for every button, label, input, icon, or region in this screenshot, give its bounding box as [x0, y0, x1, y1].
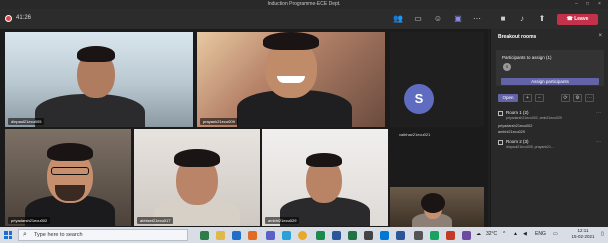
participant-name: abhiset21ecu017	[137, 217, 174, 224]
participants-icon[interactable]: 👥	[393, 14, 403, 23]
maximize-icon[interactable]: □	[586, 1, 589, 7]
language-indicator[interactable]: ENG	[535, 231, 546, 237]
room-icon	[498, 111, 503, 116]
meeting-toolbar: 41:26 👥 ▭ ☺ ▣ ⋯ ■ ♪ ⬆ ☎ Leave	[0, 9, 608, 29]
mic-icon[interactable]: ♪	[517, 14, 527, 23]
room-name: Room 1 (2)	[506, 110, 529, 115]
remove-icon[interactable]: −	[535, 94, 544, 102]
room-name: Room 2 (3)	[506, 139, 529, 144]
room-item[interactable]: Room 2 (3) dinpaul21ecu005, prayank21...…	[498, 139, 604, 151]
volume-icon[interactable]: ◀	[523, 231, 527, 237]
settings-icon[interactable]	[414, 231, 423, 240]
minimize-icon[interactable]: –	[575, 1, 578, 7]
network-icon[interactable]: ▲	[513, 231, 518, 237]
video-tile-2[interactable]: prayank21ecu009	[197, 32, 385, 127]
participant-name: ambhi21ecu029	[265, 217, 300, 224]
windows-start-icon[interactable]	[4, 231, 12, 239]
room-members: dinpaul21ecu005, prayank21...	[506, 145, 554, 149]
chrome-icon[interactable]	[298, 231, 307, 240]
app-icon[interactable]	[364, 231, 373, 240]
breakout-rooms-panel: Breakout rooms × Participants to assign …	[490, 29, 608, 227]
meeting-timer: 41:26	[16, 15, 32, 21]
chat-icon[interactable]: ▭	[413, 14, 423, 23]
temperature[interactable]: 32°C	[486, 231, 497, 237]
app-icon[interactable]	[380, 231, 389, 240]
app-icon[interactable]	[462, 231, 471, 240]
participant-name: priyadarsh21ecu002	[8, 217, 51, 224]
room-icon	[498, 140, 503, 145]
clock-date: 15-02-2021	[571, 234, 595, 239]
settings-icon[interactable]: ⚙	[573, 94, 582, 102]
taskbar: ⌕ Type here to search ☁ 32°C ^ ▲ ◀ ENG ▭…	[0, 227, 608, 243]
app-icon[interactable]	[446, 231, 455, 240]
participant-name: vaibhav21ecu021	[399, 132, 431, 137]
reactions-icon[interactable]: ☺	[433, 14, 443, 23]
refresh-icon[interactable]: ⟳	[561, 94, 570, 102]
room-more-icon[interactable]: ⋯	[596, 139, 601, 145]
video-grid: dinpaul21ecu005 prayank21ecu009 S vaibha…	[0, 29, 488, 227]
recording-icon	[5, 15, 12, 22]
room-more-icon[interactable]: ⋯	[596, 110, 601, 116]
more-icon[interactable]: ⋯	[472, 14, 482, 23]
self-view-tile[interactable]	[390, 187, 484, 227]
panel-title: Breakout rooms	[498, 34, 537, 40]
assign-label: Participants to assign (1)	[502, 55, 552, 60]
notification-icon[interactable]: ▯	[601, 231, 604, 237]
leave-label: Leave	[574, 16, 589, 22]
leave-button[interactable]: ☎ Leave	[557, 14, 598, 25]
search-icon: ⌕	[23, 231, 27, 238]
video-tile-3[interactable]	[390, 32, 484, 127]
assign-section: Participants to assign (1) S Assign part…	[496, 50, 604, 86]
share-icon[interactable]: ⬆	[537, 14, 547, 23]
video-tile-6[interactable]: ambhi21ecu029	[262, 129, 388, 226]
window-title: Induction Programme-ECE Dept.	[267, 1, 341, 7]
app-icon[interactable]	[396, 231, 405, 240]
rooms-icon[interactable]: ▣	[453, 14, 463, 23]
app-icon[interactable]	[200, 231, 209, 240]
app-icon[interactable]	[316, 231, 325, 240]
avatar: S	[503, 63, 511, 71]
add-icon[interactable]: +	[523, 94, 532, 102]
search-placeholder: Type here to search	[34, 232, 83, 238]
taskbar-search[interactable]: ⌕ Type here to search	[18, 229, 188, 241]
app-icon[interactable]	[430, 231, 439, 240]
title-bar: Induction Programme-ECE Dept. – □ ×	[0, 0, 608, 9]
weather-icon[interactable]: ☁	[476, 231, 481, 237]
participant-name: dinpaul21ecu005	[8, 118, 45, 125]
tray-chevron-icon[interactable]: ^	[503, 231, 505, 237]
camera-icon[interactable]: ■	[498, 14, 508, 23]
assign-participants-button[interactable]: Assign participants	[501, 78, 599, 85]
member-line: ambhi21ecu029	[498, 130, 526, 134]
video-tile-1[interactable]: dinpaul21ecu005	[5, 32, 193, 127]
file-explorer-icon[interactable]	[216, 231, 225, 240]
battery-icon[interactable]: ▭	[553, 231, 558, 237]
participant-avatar: S	[404, 84, 434, 114]
room-item[interactable]: Room 1 (2) priyadarsh21ecu002, amb21ecu0…	[498, 110, 604, 122]
edge-icon[interactable]	[282, 231, 291, 240]
app-icon[interactable]	[248, 231, 257, 240]
video-tile-4[interactable]: priyadarsh21ecu002	[5, 129, 131, 226]
room-members: priyadarsh21ecu002, amb21ecu029	[506, 116, 562, 120]
close-icon[interactable]: ×	[598, 33, 602, 39]
word-icon[interactable]	[332, 231, 341, 240]
close-icon[interactable]: ×	[598, 1, 601, 7]
clock[interactable]: 12:11 15-02-2021	[567, 228, 599, 240]
participant-name: prayank21ecu009	[200, 118, 238, 125]
teams-meeting-window: Induction Programme-ECE Dept. – □ × 41:2…	[0, 0, 608, 243]
mail-icon[interactable]	[232, 231, 241, 240]
teams-icon[interactable]	[266, 231, 275, 240]
open-rooms-button[interactable]: Open	[498, 94, 518, 102]
video-tile-5[interactable]: abhiset21ecu017	[134, 129, 260, 226]
excel-icon[interactable]	[348, 231, 357, 240]
member-line: priyadarsh21ecu002	[498, 124, 533, 128]
more-icon[interactable]: ⋯	[585, 94, 594, 102]
